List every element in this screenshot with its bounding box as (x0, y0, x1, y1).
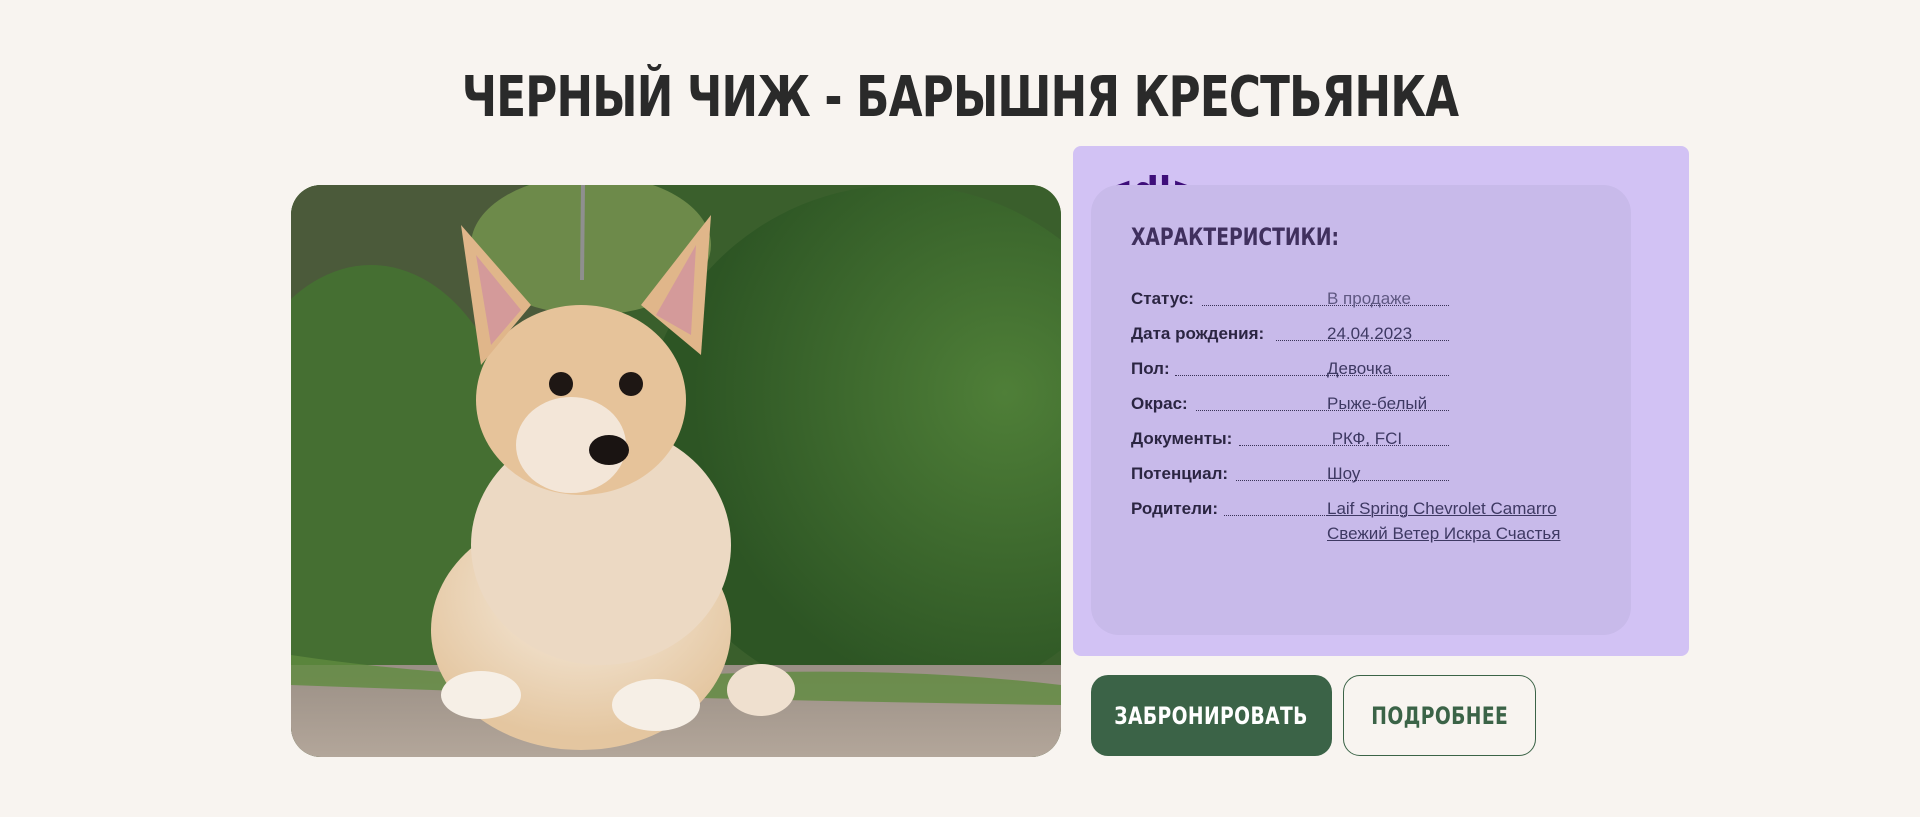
row-value: В продаже (1327, 289, 1412, 308)
more-button-label: ПОДРОБНЕЕ (1371, 701, 1508, 730)
row-label: Потенциал: (1131, 464, 1229, 483)
characteristics-heading: ХАРАКТЕРИСТИКИ: (1131, 223, 1340, 251)
row-label: Статус: (1131, 289, 1194, 308)
row-status: Статус: В продаже (1131, 289, 1601, 313)
puppy-photo (291, 185, 1061, 757)
parent-link-dam[interactable]: Свежий Ветер Искра Счастья (1327, 524, 1560, 543)
row-documents: Документы: РКФ, FCI (1131, 429, 1601, 453)
row-parents: Родители: Laif Spring Chevrolet Camarro … (1131, 499, 1601, 553)
book-button-label: ЗАБРОНИРОВАТЬ (1114, 701, 1309, 730)
row-birthdate: Дата рождения: 24.04.2023 (1131, 324, 1601, 348)
row-value: Шоу (1327, 464, 1361, 483)
book-button[interactable]: ЗАБРОНИРОВАТЬ (1091, 675, 1332, 756)
row-label: Документы: (1131, 429, 1233, 448)
row-label: Дата рождения: (1131, 324, 1265, 343)
row-potential: Потенциал: Шоу (1131, 464, 1601, 488)
row-label: Окрас: (1131, 394, 1188, 413)
row-label: Родители: (1131, 499, 1219, 518)
puppy-photo-illustration (291, 185, 1061, 757)
more-button[interactable]: ПОДРОБНЕЕ (1343, 675, 1536, 756)
row-value: РКФ, FCI (1327, 429, 1403, 448)
dotted-leader (1202, 305, 1449, 306)
row-sex: Пол: Девочка (1131, 359, 1601, 383)
row-value: Рыже-белый (1327, 394, 1428, 413)
parent-link-sire[interactable]: Laif Spring Chevrolet Camarro (1327, 499, 1557, 518)
dotted-leader (1175, 375, 1449, 376)
row-label: Пол: (1131, 359, 1170, 378)
row-value: 24.04.2023 (1327, 324, 1413, 343)
row-value: Laif Spring Chevrolet Camarro Свежий Вет… (1327, 499, 1560, 549)
page-title: ЧЕРНЫЙ ЧИЖ - БАРЫШНЯ КРЕСТЬЯНКА (461, 65, 1459, 130)
row-value: Девочка (1327, 359, 1393, 378)
row-color: Окрас: Рыже-белый (1131, 394, 1601, 418)
